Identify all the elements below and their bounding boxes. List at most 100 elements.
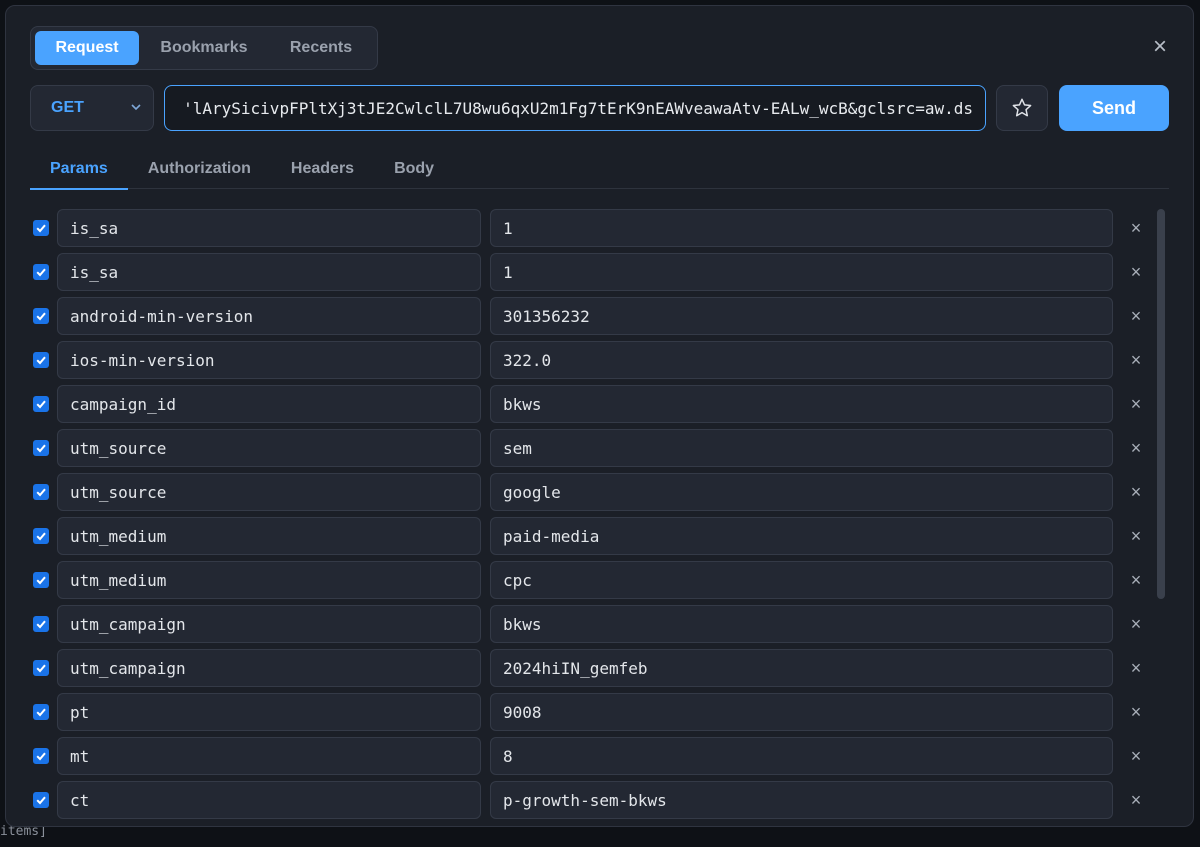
url-text: 'lArySicivpFPltXj3tJE2CwlclL7U8wu6qxU2m1… — [183, 98, 973, 118]
check-icon — [36, 224, 46, 233]
param-enabled-checkbox[interactable] — [33, 308, 49, 324]
param-key-input[interactable]: ct — [57, 781, 481, 819]
param-row: utm_campaign bkws × — [30, 605, 1150, 643]
remove-param-icon[interactable]: × — [1128, 703, 1144, 721]
param-value-input[interactable]: 9008 — [490, 693, 1113, 731]
url-input[interactable]: 'lArySicivpFPltXj3tJE2CwlclL7U8wu6qxU2m1… — [164, 85, 986, 131]
params-list: is_sa 1 × is_sa 1 × android-min-version 3013562… — [30, 209, 1150, 819]
chevron-down-icon — [131, 104, 141, 111]
param-row: is_sa 1 × — [30, 209, 1150, 247]
remove-param-icon[interactable]: × — [1128, 615, 1144, 633]
param-enabled-checkbox[interactable] — [33, 264, 49, 280]
param-value-input[interactable]: google — [490, 473, 1113, 511]
check-icon — [36, 400, 46, 409]
param-value-input[interactable]: 1 — [490, 253, 1113, 291]
param-key-input[interactable]: utm_campaign — [57, 605, 481, 643]
remove-param-icon[interactable]: × — [1128, 351, 1144, 369]
param-row: utm_medium paid-media × — [30, 517, 1150, 555]
check-icon — [36, 664, 46, 673]
param-enabled-checkbox[interactable] — [33, 748, 49, 764]
request-bar: GET 'lArySicivpFPltXj3tJE2CwlclL7U8wu6qx… — [30, 85, 1169, 131]
param-value-input[interactable]: cpc — [490, 561, 1113, 599]
param-row: ios-min-version 322.0 × — [30, 341, 1150, 379]
param-enabled-checkbox[interactable] — [33, 704, 49, 720]
param-row: mt 8 × — [30, 737, 1150, 775]
param-key-input[interactable]: android-min-version — [57, 297, 481, 335]
check-icon — [36, 488, 46, 497]
mode-tabs: Request Bookmarks Recents — [30, 26, 378, 70]
param-enabled-checkbox[interactable] — [33, 220, 49, 236]
param-enabled-checkbox[interactable] — [33, 352, 49, 368]
param-enabled-checkbox[interactable] — [33, 660, 49, 676]
tab-recents[interactable]: Recents — [269, 31, 373, 65]
param-value-input[interactable]: 2024hiIN_gemfeb — [490, 649, 1113, 687]
param-value-input[interactable]: bkws — [490, 605, 1113, 643]
param-value-input[interactable]: paid-media — [490, 517, 1113, 555]
param-row: ct p-growth-sem-bkws × — [30, 781, 1150, 819]
param-value-input[interactable]: sem — [490, 429, 1113, 467]
check-icon — [36, 532, 46, 541]
param-row: utm_source sem × — [30, 429, 1150, 467]
param-row: utm_campaign 2024hiIN_gemfeb × — [30, 649, 1150, 687]
remove-param-icon[interactable]: × — [1128, 395, 1144, 413]
param-value-input[interactable]: 8 — [490, 737, 1113, 775]
param-key-input[interactable]: is_sa — [57, 253, 481, 291]
tab-bookmarks[interactable]: Bookmarks — [139, 31, 269, 65]
tab-body[interactable]: Body — [374, 148, 454, 189]
method-select[interactable]: GET — [30, 85, 154, 131]
remove-param-icon[interactable]: × — [1128, 527, 1144, 545]
remove-param-icon[interactable]: × — [1128, 219, 1144, 237]
remove-param-icon[interactable]: × — [1128, 571, 1144, 589]
send-button[interactable]: Send — [1059, 85, 1169, 131]
param-row: android-min-version 301356232 × — [30, 297, 1150, 335]
param-key-input[interactable]: mt — [57, 737, 481, 775]
param-enabled-checkbox[interactable] — [33, 528, 49, 544]
param-row: utm_source google × — [30, 473, 1150, 511]
star-icon — [1012, 98, 1032, 117]
param-value-input[interactable]: 301356232 — [490, 297, 1113, 335]
param-row: utm_medium cpc × — [30, 561, 1150, 599]
remove-param-icon[interactable]: × — [1128, 483, 1144, 501]
param-key-input[interactable]: is_sa — [57, 209, 481, 247]
remove-param-icon[interactable]: × — [1128, 659, 1144, 677]
param-value-input[interactable]: 322.0 — [490, 341, 1113, 379]
param-value-input[interactable]: bkws — [490, 385, 1113, 423]
tab-request[interactable]: Request — [35, 31, 139, 65]
check-icon — [36, 708, 46, 717]
param-enabled-checkbox[interactable] — [33, 572, 49, 588]
param-enabled-checkbox[interactable] — [33, 396, 49, 412]
tab-headers[interactable]: Headers — [271, 148, 374, 189]
param-key-input[interactable]: ios-min-version — [57, 341, 481, 379]
param-row: pt 9008 × — [30, 693, 1150, 731]
check-icon — [36, 620, 46, 629]
remove-param-icon[interactable]: × — [1128, 791, 1144, 809]
param-key-input[interactable]: utm_source — [57, 429, 481, 467]
params-scrollbar[interactable] — [1157, 209, 1165, 599]
tab-params[interactable]: Params — [30, 148, 128, 190]
param-row: is_sa 1 × — [30, 253, 1150, 291]
param-key-input[interactable]: campaign_id — [57, 385, 481, 423]
param-key-input[interactable]: utm_source — [57, 473, 481, 511]
param-key-input[interactable]: pt — [57, 693, 481, 731]
param-value-input[interactable]: p-growth-sem-bkws — [490, 781, 1113, 819]
param-enabled-checkbox[interactable] — [33, 484, 49, 500]
param-enabled-checkbox[interactable] — [33, 616, 49, 632]
param-enabled-checkbox[interactable] — [33, 440, 49, 456]
param-enabled-checkbox[interactable] — [33, 792, 49, 808]
remove-param-icon[interactable]: × — [1128, 263, 1144, 281]
close-icon[interactable]: × — [1149, 35, 1171, 59]
check-icon — [36, 444, 46, 453]
check-icon — [36, 312, 46, 321]
remove-param-icon[interactable]: × — [1128, 307, 1144, 325]
check-icon — [36, 268, 46, 277]
check-icon — [36, 356, 46, 365]
param-key-input[interactable]: utm_campaign — [57, 649, 481, 687]
remove-param-icon[interactable]: × — [1128, 439, 1144, 457]
param-value-input[interactable]: 1 — [490, 209, 1113, 247]
tab-authorization[interactable]: Authorization — [128, 148, 271, 189]
param-key-input[interactable]: utm_medium — [57, 517, 481, 555]
bookmark-button[interactable] — [996, 85, 1048, 131]
remove-param-icon[interactable]: × — [1128, 747, 1144, 765]
param-key-input[interactable]: utm_medium — [57, 561, 481, 599]
param-row: campaign_id bkws × — [30, 385, 1150, 423]
